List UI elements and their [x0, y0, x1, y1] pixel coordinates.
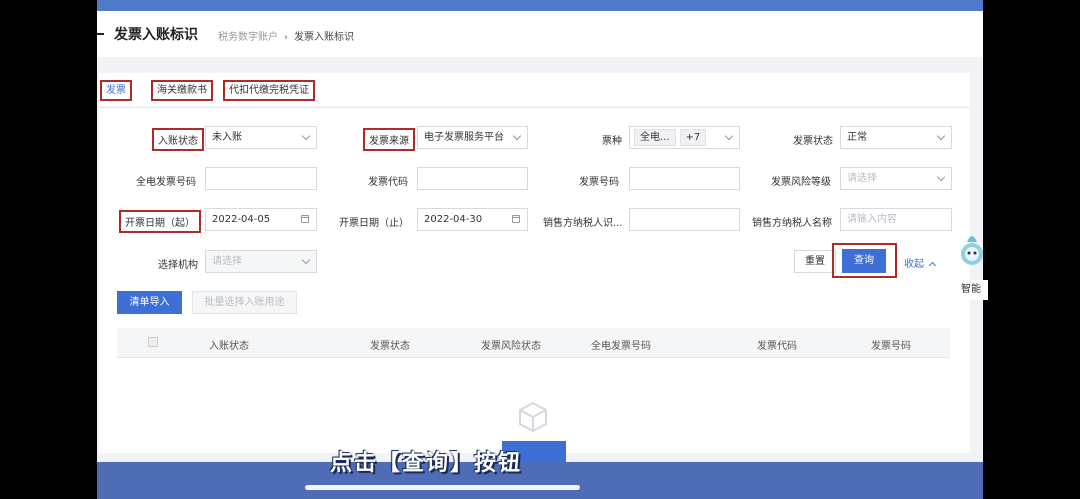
tab-withholding-certificate[interactable]: 代扣代缴完税凭证: [223, 80, 315, 101]
query-button[interactable]: 查询: [842, 249, 886, 273]
invoice-status-value: 正常: [847, 132, 867, 143]
seller-tax-id-input[interactable]: [629, 208, 740, 231]
invoice-source-label: 发票来源: [363, 128, 415, 151]
date-start-value: 2022-04-05: [212, 214, 271, 225]
empty-box-icon: [519, 401, 547, 433]
invoice-type-label: 票种: [602, 136, 622, 147]
invoice-source-value: 电子发票服务平台: [424, 132, 504, 143]
column-header: 发票号码: [871, 341, 911, 352]
column-header: 发票代码: [757, 341, 797, 352]
entry-status-label: 入账状态: [152, 128, 204, 151]
import-list-button[interactable]: 清单导入: [117, 291, 182, 314]
risk-level-label: 发票风险等级: [771, 177, 831, 188]
invoice-status-label: 发票状态: [793, 136, 833, 147]
video-subtitle: 点击【查询】按钮: [330, 451, 523, 476]
video-frame: 发票入账标识 税务数字账户 › 发票入账标识 发票 海关缴款书 代扣代缴完税凭证 入…: [0, 0, 1080, 499]
batch-select-purpose-button[interactable]: 批量选择入账用途: [192, 291, 297, 314]
assistant-mascot-icon[interactable]: [957, 222, 985, 272]
org-label: 选择机构: [158, 260, 198, 271]
invoice-type-select[interactable]: 全电... +7: [629, 126, 740, 149]
invoice-source-select[interactable]: 电子发票服务平台: [417, 126, 528, 149]
chevron-down-icon: [301, 255, 311, 265]
collapse-label: 收起: [904, 259, 924, 270]
table-header: 入账状态 发票状态 发票风险状态 全电发票号码 发票代码 发票号码: [117, 328, 950, 358]
date-end-picker[interactable]: 2022-04-30: [417, 208, 528, 231]
calendar-icon: [301, 215, 309, 223]
tab-divider: [99, 107, 970, 108]
breadcrumb-parent[interactable]: 税务数字账户: [218, 32, 278, 43]
seller-tax-id-label: 销售方纳税人识...: [543, 218, 623, 229]
entry-status-value: 未入账: [212, 132, 242, 143]
date-start-label: 开票日期（起）: [119, 210, 201, 233]
invoice-number-label: 发票号码: [579, 177, 619, 188]
page-header: 发票入账标识 税务数字账户 › 发票入账标识: [97, 11, 983, 57]
full-e-invoice-number-input[interactable]: [205, 167, 317, 190]
top-nav-bar: [97, 0, 983, 11]
date-end-label: 开票日期（止）: [339, 218, 409, 229]
org-placeholder: 请选择: [212, 256, 242, 267]
tab-customs-payment[interactable]: 海关缴款书: [151, 80, 213, 101]
chevron-down-icon: [936, 131, 946, 141]
app-screen: 发票入账标识 税务数字账户 › 发票入账标识 发票 海关缴款书 代扣代缴完税凭证 入…: [97, 0, 983, 499]
breadcrumb: 税务数字账户 › 发票入账标识: [218, 28, 354, 43]
invoice-code-label: 发票代码: [368, 177, 408, 188]
invoice-type-tag: 全电...: [634, 129, 676, 146]
date-end-value: 2022-04-30: [424, 214, 483, 225]
column-header: 发票风险状态: [481, 341, 541, 352]
home-indicator: [305, 485, 580, 490]
risk-level-select[interactable]: 请选择: [840, 167, 952, 190]
risk-level-placeholder: 请选择: [847, 173, 877, 184]
chevron-up-icon: [928, 261, 937, 270]
reset-button[interactable]: 重置: [794, 250, 836, 273]
page-title: 发票入账标识: [114, 27, 198, 43]
assistant-label[interactable]: 智能: [958, 280, 988, 300]
column-header: 全电发票号码: [591, 341, 651, 352]
seller-name-label: 销售方纳税人名称: [752, 218, 832, 229]
invoice-status-select[interactable]: 正常: [840, 126, 952, 149]
chevron-down-icon: [724, 131, 734, 141]
date-start-picker[interactable]: 2022-04-05: [205, 208, 317, 231]
chevron-down-icon: [512, 131, 522, 141]
query-card: 发票 海关缴款书 代扣代缴完税凭证 入账状态 未入账 发票来源 电子发票服务平台…: [99, 73, 970, 453]
invoice-number-input[interactable]: [629, 167, 740, 190]
chevron-down-icon: [301, 131, 311, 141]
invoice-type-more-tag: +7: [679, 129, 707, 146]
bottom-bar: [97, 462, 983, 499]
collapse-link[interactable]: 收起: [904, 255, 937, 270]
seller-name-input[interactable]: 请输入内容: [840, 208, 952, 231]
org-select[interactable]: 请选择: [205, 250, 317, 273]
calendar-icon: [512, 215, 520, 223]
breadcrumb-current: 发票入账标识: [294, 32, 354, 43]
back-icon[interactable]: [97, 33, 104, 35]
chevron-down-icon: [936, 172, 946, 182]
chevron-right-icon: ›: [284, 32, 288, 43]
entry-status-select[interactable]: 未入账: [205, 126, 317, 149]
column-header: 发票状态: [370, 341, 410, 352]
select-all-checkbox[interactable]: [148, 337, 158, 347]
tab-invoice[interactable]: 发票: [100, 80, 132, 101]
full-e-invoice-number-label: 全电发票号码: [136, 177, 196, 188]
seller-name-placeholder: 请输入内容: [847, 214, 897, 225]
column-header: 入账状态: [209, 341, 249, 352]
invoice-code-input[interactable]: [417, 167, 528, 190]
